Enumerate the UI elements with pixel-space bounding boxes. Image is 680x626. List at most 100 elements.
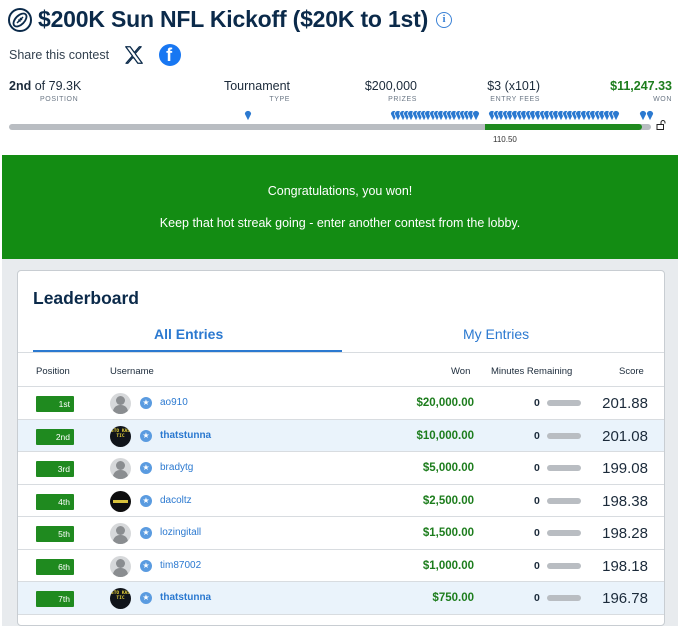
minutes-remaining: 0 [534,559,540,572]
banner-congrats: Congratulations, you won! [267,184,413,198]
stat-entry-fees: $3 (x101) ENTRY FEES [460,79,540,109]
username-link[interactable]: dacoltz [160,495,192,506]
minutes-remaining-bar [547,562,581,569]
share-row: Share this contest f [9,44,182,66]
entry-fees-label: ENTRY FEES [490,96,540,103]
facebook-icon[interactable]: f [159,44,182,66]
entry-marker-icon [639,110,647,122]
leaderboard-rows: 1st ★ ao910 $20,000.00 0 201.88 2nd STO … [18,387,664,615]
entry-fees-value: $3 (x101) [487,79,540,93]
win-banner: Congratulations, you won! Keep that hot … [2,155,678,259]
username-link[interactable]: thatstunna [160,592,211,603]
score: 198.28 [602,525,648,542]
type-value: Tournament [223,79,290,93]
star-icon: ★ [140,494,152,507]
lock-icon[interactable] [656,120,666,130]
col-minutes-remaining[interactable]: Minutes Remaining [491,366,572,377]
table-row[interactable]: 7th STO KAS TIC ★ thatstunna $750.00 0 1… [18,582,664,615]
contest-title: $200K Sun NFL Kickoff ($20K to 1st) [38,6,429,32]
table-row[interactable]: 4th ★ dacoltz $2,500.00 0 198.38 [18,484,664,517]
leaderboard-card: Leaderboard All Entries My Entries Posit… [17,270,665,626]
avatar: STO KAS TIC [110,588,131,609]
position-badge: 3rd [36,461,74,477]
position-label: POSITION [40,96,79,103]
score: 198.38 [602,492,648,510]
table-row[interactable]: 3rd ★ bradytg $5,000.00 0 199.08 [18,452,664,485]
position-of: of 79.3K [34,79,82,93]
leaderboard-tabs: All Entries My Entries [18,321,664,353]
username-link[interactable]: ao910 [160,397,188,408]
minutes-remaining-bar [547,595,581,601]
minutes-remaining-bar [547,465,581,471]
username-link[interactable]: bradytg [160,462,193,473]
avatar-text: STO KAS TIC [111,591,130,601]
position-badge: 4th [36,493,74,510]
won-value: $11,247.33 [610,79,672,93]
star-icon: ★ [140,429,152,442]
stat-position: 2nd of 79.3K POSITION [9,79,81,109]
entry-markers [244,110,654,122]
won-amount: $750.00 [432,592,474,604]
table-row[interactable]: 5th ★ lozingitall $1,500.00 0 198.28 [18,517,664,550]
star-icon: ★ [140,397,152,409]
entry-marker-icon [244,110,252,122]
minutes-remaining: 0 [534,592,540,604]
banner-message: Keep that hot streak going - enter anoth… [159,216,521,230]
username-link[interactable]: lozingitall [160,527,201,538]
info-icon[interactable]: i [436,11,453,28]
tab-all-entries[interactable]: All Entries [154,326,223,342]
leaderboard-section: Leaderboard All Entries My Entries Posit… [2,259,678,626]
score: 201.08 [602,427,648,445]
entry-marker-icon [472,110,480,122]
avatar [110,523,131,544]
progress-marker-label: 110.50 [493,135,517,144]
score: 198.18 [602,557,648,575]
avatar [110,490,131,512]
x-twitter-icon[interactable] [123,44,145,66]
entry-marker-icon [646,110,654,122]
col-username[interactable]: Username [110,366,154,377]
minutes-remaining-bar [547,497,581,504]
username-link[interactable]: tim87002 [160,560,201,571]
minutes-remaining: 0 [534,397,540,409]
table-row[interactable]: 6th ★ tim87002 $1,000.00 0 198.18 [18,549,664,582]
minutes-remaining-bar [547,400,581,406]
stat-prizes: $200,000 PRIZES [337,79,417,109]
won-amount: $5,000.00 [422,462,474,474]
table-row[interactable]: 2nd STO KAS TIC ★ thatstunna $10,000.00 … [18,419,664,452]
avatar [110,555,131,577]
star-icon: ★ [140,592,152,604]
position-badge: 7th [36,591,74,607]
username-link[interactable]: thatstunna [160,430,211,441]
position-badge: 5th [36,526,74,542]
position-badge: 6th [36,558,74,575]
leaderboard-header-row: Position Username Won Minutes Remaining … [18,353,664,387]
minutes-remaining: 0 [534,429,540,442]
won-amount: $1,000.00 [422,559,474,572]
minutes-remaining: 0 [534,494,540,507]
won-amount: $20,000.00 [416,397,474,409]
prizes-label: PRIZES [388,96,417,103]
stat-won: $11,247.33 WON [592,79,672,109]
star-icon: ★ [140,559,152,572]
table-row[interactable]: 1st ★ ao910 $20,000.00 0 201.88 [18,387,664,420]
tab-my-entries[interactable]: My Entries [463,326,529,342]
avatar [110,458,131,479]
position-value: 2nd [9,79,32,93]
won-amount: $10,000.00 [416,429,474,442]
position-badge: 2nd [36,428,74,445]
won-amount: $1,500.00 [422,527,474,539]
prizes-value: $200,000 [364,79,417,93]
col-score[interactable]: Score [619,366,644,377]
score: 196.78 [602,590,648,607]
title-row: $200K Sun NFL Kickoff ($20K to 1st) i [8,6,453,33]
avatar [110,393,131,414]
col-won[interactable]: Won [451,366,470,377]
minutes-remaining: 0 [534,527,540,539]
col-position[interactable]: Position [36,366,70,377]
avatar: STO KAS TIC [110,425,131,447]
star-icon: ★ [140,527,152,539]
score: 199.08 [602,460,648,477]
score: 201.88 [602,395,648,412]
leaderboard-title: Leaderboard [33,288,139,308]
